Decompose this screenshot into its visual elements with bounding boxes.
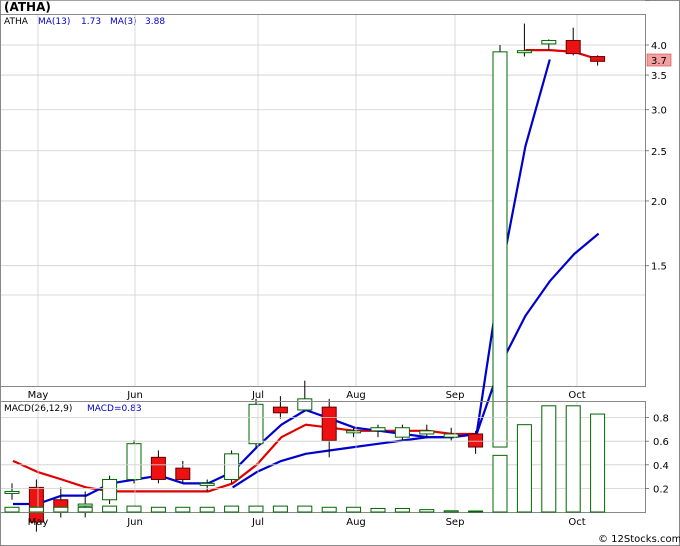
candle-body bbox=[419, 430, 435, 435]
candle-body bbox=[516, 50, 532, 54]
candle-body bbox=[394, 427, 410, 438]
price-y-tick-label: 2.5 bbox=[651, 147, 667, 158]
macd-bar bbox=[248, 505, 264, 513]
macd-bar bbox=[541, 405, 557, 513]
candle-body bbox=[565, 40, 581, 55]
macd-bar bbox=[297, 505, 313, 513]
candle-body bbox=[77, 503, 93, 507]
macd-bar bbox=[565, 405, 581, 513]
candle-body bbox=[541, 40, 557, 45]
legend-ma13-value: 1.73 bbox=[81, 17, 101, 27]
macd-bar bbox=[199, 506, 215, 513]
candle-body bbox=[4, 490, 20, 494]
candle-body bbox=[150, 456, 166, 480]
price-x-tick-label: Jul bbox=[251, 390, 264, 401]
price-y-tick-label: 0.0 bbox=[651, 0, 667, 3]
candle-body bbox=[248, 403, 264, 445]
candle-body bbox=[468, 433, 484, 448]
macd-x-tick-label: Oct bbox=[568, 517, 585, 528]
macd-bar bbox=[443, 510, 459, 513]
legend-ma3-label: MA(3) bbox=[110, 17, 137, 27]
macd-y-tick-label: 0.6 bbox=[653, 437, 669, 448]
price-x-tick-label: Jun bbox=[126, 390, 143, 401]
candle-body bbox=[590, 56, 606, 62]
macd-x-tick-label: Aug bbox=[346, 517, 366, 528]
macd-bar bbox=[516, 424, 532, 513]
chart-title: (ATHA) bbox=[4, 0, 51, 14]
macd-bar bbox=[102, 505, 118, 513]
macd-bar bbox=[175, 506, 191, 513]
candle-body bbox=[175, 467, 191, 480]
macd-bar bbox=[224, 505, 240, 513]
candle-body bbox=[224, 453, 240, 480]
price-y-tick-label: 3.5 bbox=[651, 71, 667, 82]
candle-body bbox=[443, 433, 459, 438]
macd-x-tick-label: Jun bbox=[126, 517, 143, 528]
macd-bar bbox=[150, 506, 166, 513]
candle-body bbox=[272, 406, 288, 414]
stock-chart: (ATHA) ATHA MA(13) 1.73 MA(3) 3.88 4.0 3.… bbox=[0, 0, 680, 546]
macd-bar bbox=[321, 506, 337, 513]
legend-ma3-value: 3.88 bbox=[145, 17, 165, 27]
candle-body bbox=[492, 51, 508, 448]
macd-bar bbox=[272, 505, 288, 513]
price-x-tick-label: Sep bbox=[446, 390, 465, 401]
macd-legend-value: MACD=0.83 bbox=[87, 404, 142, 414]
last-price-badge: 3.7 bbox=[651, 56, 667, 67]
macd-bar bbox=[28, 506, 44, 513]
macd-bar bbox=[419, 509, 435, 513]
candle-body bbox=[346, 430, 362, 434]
macd-bar bbox=[53, 506, 69, 513]
candle-body bbox=[199, 482, 215, 486]
macd-x-tick-label: May bbox=[28, 517, 49, 528]
price-y-tick-label: 4.0 bbox=[651, 41, 667, 52]
candle-body bbox=[297, 398, 313, 411]
watermark: © 12Stocks.com bbox=[598, 534, 680, 545]
candle-body bbox=[126, 443, 142, 480]
legend-symbol: ATHA bbox=[4, 17, 29, 27]
price-x-tick-label: May bbox=[28, 390, 49, 401]
candle-body bbox=[102, 478, 118, 501]
macd-y-tick-label: 0.4 bbox=[653, 461, 669, 472]
macd-bar bbox=[346, 506, 362, 513]
candle-body bbox=[370, 427, 386, 432]
macd-bar bbox=[126, 505, 142, 513]
macd-bar bbox=[468, 510, 484, 513]
price-x-tick-label: Aug bbox=[346, 390, 366, 401]
macd-x-tick-label: Jul bbox=[251, 517, 264, 528]
macd-bar bbox=[590, 413, 606, 513]
candle-body bbox=[321, 406, 337, 441]
price-y-tick-label: 3.0 bbox=[651, 106, 667, 117]
price-y-tick-label: 1.5 bbox=[651, 262, 667, 273]
macd-bar bbox=[370, 507, 386, 513]
macd-y-tick-label: 0.8 bbox=[653, 414, 669, 425]
price-y-tick-label: 2.0 bbox=[651, 197, 667, 208]
macd-x-tick-label: Sep bbox=[446, 517, 465, 528]
macd-bar bbox=[77, 506, 93, 513]
legend-ma13-label: MA(13) bbox=[38, 17, 70, 27]
macd-bar bbox=[394, 507, 410, 513]
macd-bar bbox=[492, 454, 508, 513]
macd-bar bbox=[4, 506, 20, 513]
macd-y-tick-label: 0.2 bbox=[653, 484, 669, 495]
price-x-tick-label: Oct bbox=[568, 390, 585, 401]
